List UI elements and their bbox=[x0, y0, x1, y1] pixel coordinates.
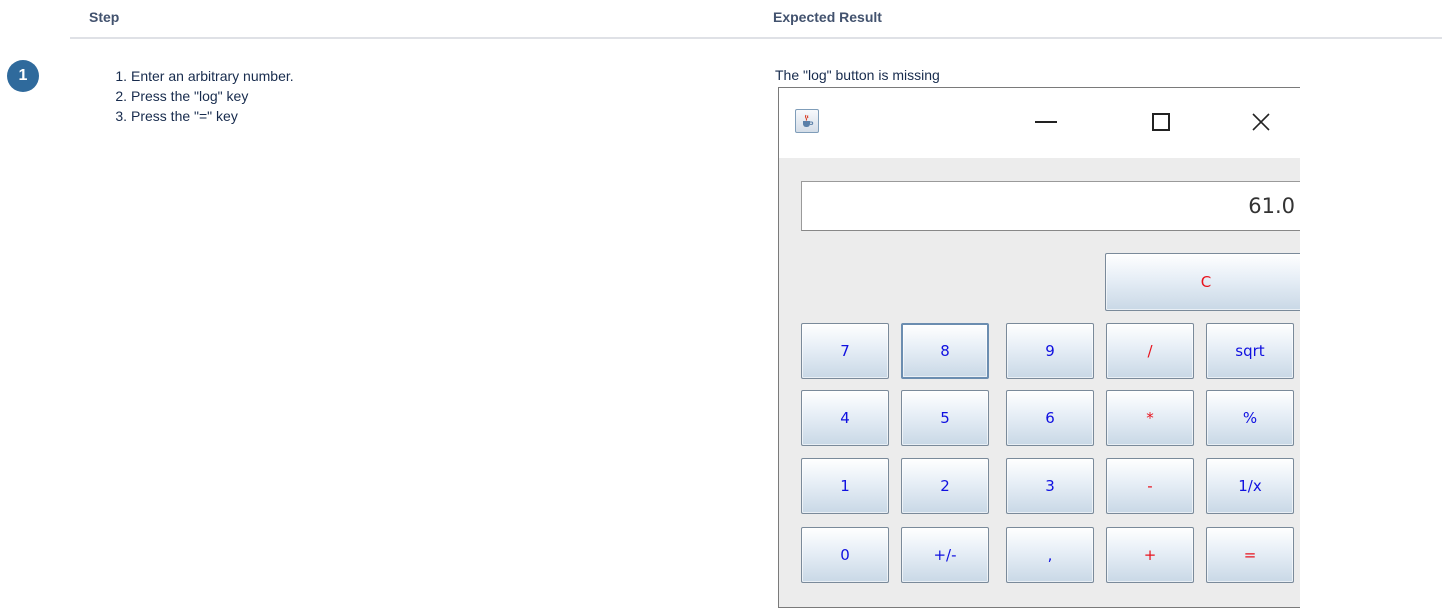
step-instructions: 1. Enter an arbitrary number. 2. Press the… bbox=[112, 67, 294, 127]
step-number-badge: 1 bbox=[7, 60, 39, 92]
close-icon[interactable] bbox=[1241, 104, 1281, 140]
key-3-button[interactable]: 3 bbox=[1006, 458, 1094, 514]
instruction-text: Enter an arbitrary number. bbox=[131, 68, 294, 84]
instruction-text: Press the "log" key bbox=[131, 88, 249, 104]
key-2-button[interactable]: 2 bbox=[901, 458, 989, 514]
key-percent-button[interactable]: % bbox=[1206, 390, 1294, 446]
key-sqrt-button[interactable]: sqrt bbox=[1206, 323, 1294, 379]
calculator-window-screenshot: 61.0 C 7 8 9/sqrt 4 5 6 *% 1 2 3-1/x 0 +/-, + = bbox=[778, 87, 1300, 608]
instruction-item: 3. Press the "=" key bbox=[112, 107, 294, 126]
maximize-glyph bbox=[1152, 113, 1170, 131]
instruction-item: 2. Press the "log" key bbox=[112, 87, 294, 106]
close-glyph bbox=[1252, 113, 1270, 131]
key-add-button[interactable]: + bbox=[1106, 527, 1194, 583]
expected-result-text: The "log" button is missing bbox=[775, 67, 940, 83]
key-divide-button[interactable]: / bbox=[1106, 323, 1194, 379]
minimize-icon[interactable] bbox=[1026, 104, 1066, 140]
instruction-item: 1. Enter an arbitrary number. bbox=[112, 67, 294, 86]
header-divider bbox=[70, 37, 1442, 39]
key-equals-button[interactable]: = bbox=[1206, 527, 1294, 583]
clear-button[interactable]: C bbox=[1105, 253, 1300, 311]
instruction-number: 2. bbox=[115, 88, 127, 104]
key-1-button[interactable]: 1 bbox=[801, 458, 889, 514]
maximize-icon[interactable] bbox=[1141, 104, 1181, 140]
key-reciprocal-button[interactable]: 1/x bbox=[1206, 458, 1294, 514]
key-9-button[interactable]: 9 bbox=[1006, 323, 1094, 379]
minimize-glyph bbox=[1035, 121, 1057, 123]
instruction-number: 1. bbox=[115, 68, 127, 84]
column-header-step: Step bbox=[89, 9, 120, 25]
key-6-button[interactable]: 6 bbox=[1006, 390, 1094, 446]
calculator-display: 61.0 bbox=[801, 181, 1300, 231]
key-decimal-separator-button[interactable]: , bbox=[1006, 527, 1094, 583]
instruction-text: Press the "=" key bbox=[131, 108, 238, 124]
key-7-button[interactable]: 7 bbox=[801, 323, 889, 379]
java-cup-icon[interactable] bbox=[795, 109, 819, 133]
key-4-button[interactable]: 4 bbox=[801, 390, 889, 446]
key-5-button[interactable]: 5 bbox=[901, 390, 989, 446]
key-sign-toggle-button[interactable]: +/- bbox=[901, 527, 989, 583]
java-cup-glyph bbox=[803, 114, 814, 127]
key-8-button[interactable]: 8 bbox=[901, 323, 989, 379]
column-header-expected-result: Expected Result bbox=[773, 9, 882, 25]
key-0-button[interactable]: 0 bbox=[801, 527, 889, 583]
instruction-number: 3. bbox=[115, 108, 127, 124]
key-multiply-button[interactable]: * bbox=[1106, 390, 1194, 446]
key-subtract-button[interactable]: - bbox=[1106, 458, 1194, 514]
title-bar bbox=[779, 88, 1300, 158]
